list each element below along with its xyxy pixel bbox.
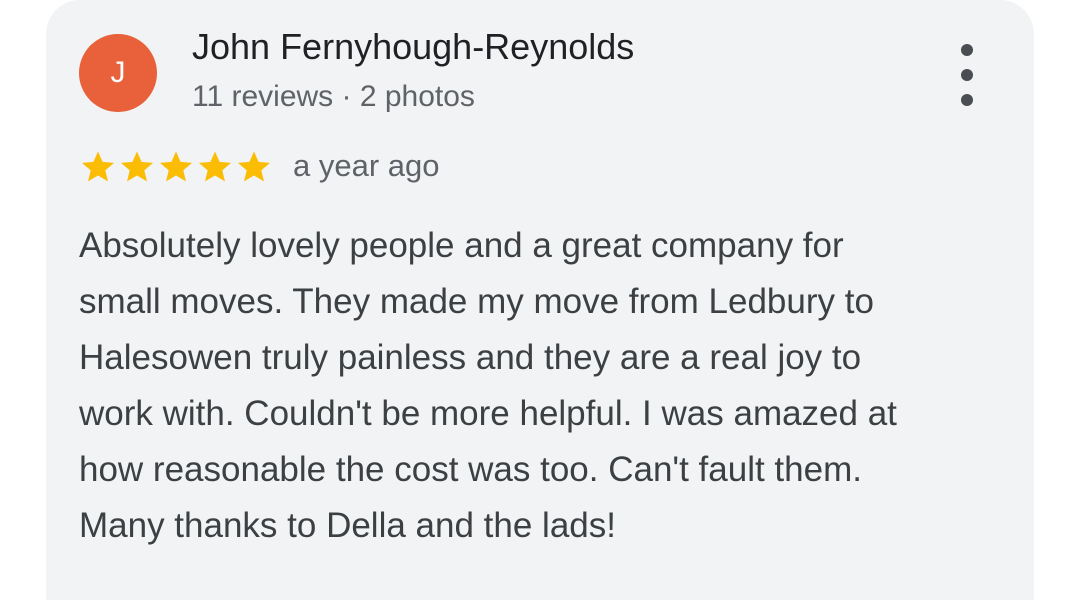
star-icon bbox=[199, 151, 231, 182]
more-vert-icon[interactable] bbox=[949, 44, 985, 106]
menu-dot bbox=[961, 94, 973, 106]
review-card: J John Fernyhough-Reynolds 11 reviews · … bbox=[46, 0, 1034, 600]
star-rating bbox=[79, 148, 273, 186]
avatar[interactable]: J bbox=[79, 34, 157, 112]
review-text: Absolutely lovely people and a great com… bbox=[79, 218, 1019, 554]
menu-dot bbox=[961, 44, 973, 56]
author-meta: 11 reviews · 2 photos bbox=[192, 80, 475, 113]
review-text-line: Halesowen truly painless and they are a … bbox=[79, 338, 862, 377]
review-text-line: work with. Couldn't be more helpful. I w… bbox=[79, 394, 897, 433]
star-icon bbox=[160, 151, 192, 182]
avatar-initial: J bbox=[110, 56, 126, 89]
review-text-line: Absolutely lovely people and a great com… bbox=[79, 226, 844, 265]
author-name[interactable]: John Fernyhough-Reynolds bbox=[192, 26, 634, 68]
review-text-line: Many thanks to Della and the lads! bbox=[79, 506, 616, 545]
star-icon bbox=[238, 151, 270, 182]
menu-dot bbox=[961, 69, 973, 81]
star-icon bbox=[121, 151, 153, 182]
review-time: a year ago bbox=[293, 148, 440, 183]
review-text-line: how reasonable the cost was too. Can't f… bbox=[79, 450, 862, 489]
star-icon bbox=[82, 151, 114, 182]
review-text-line: small moves. They made my move from Ledb… bbox=[79, 282, 874, 321]
